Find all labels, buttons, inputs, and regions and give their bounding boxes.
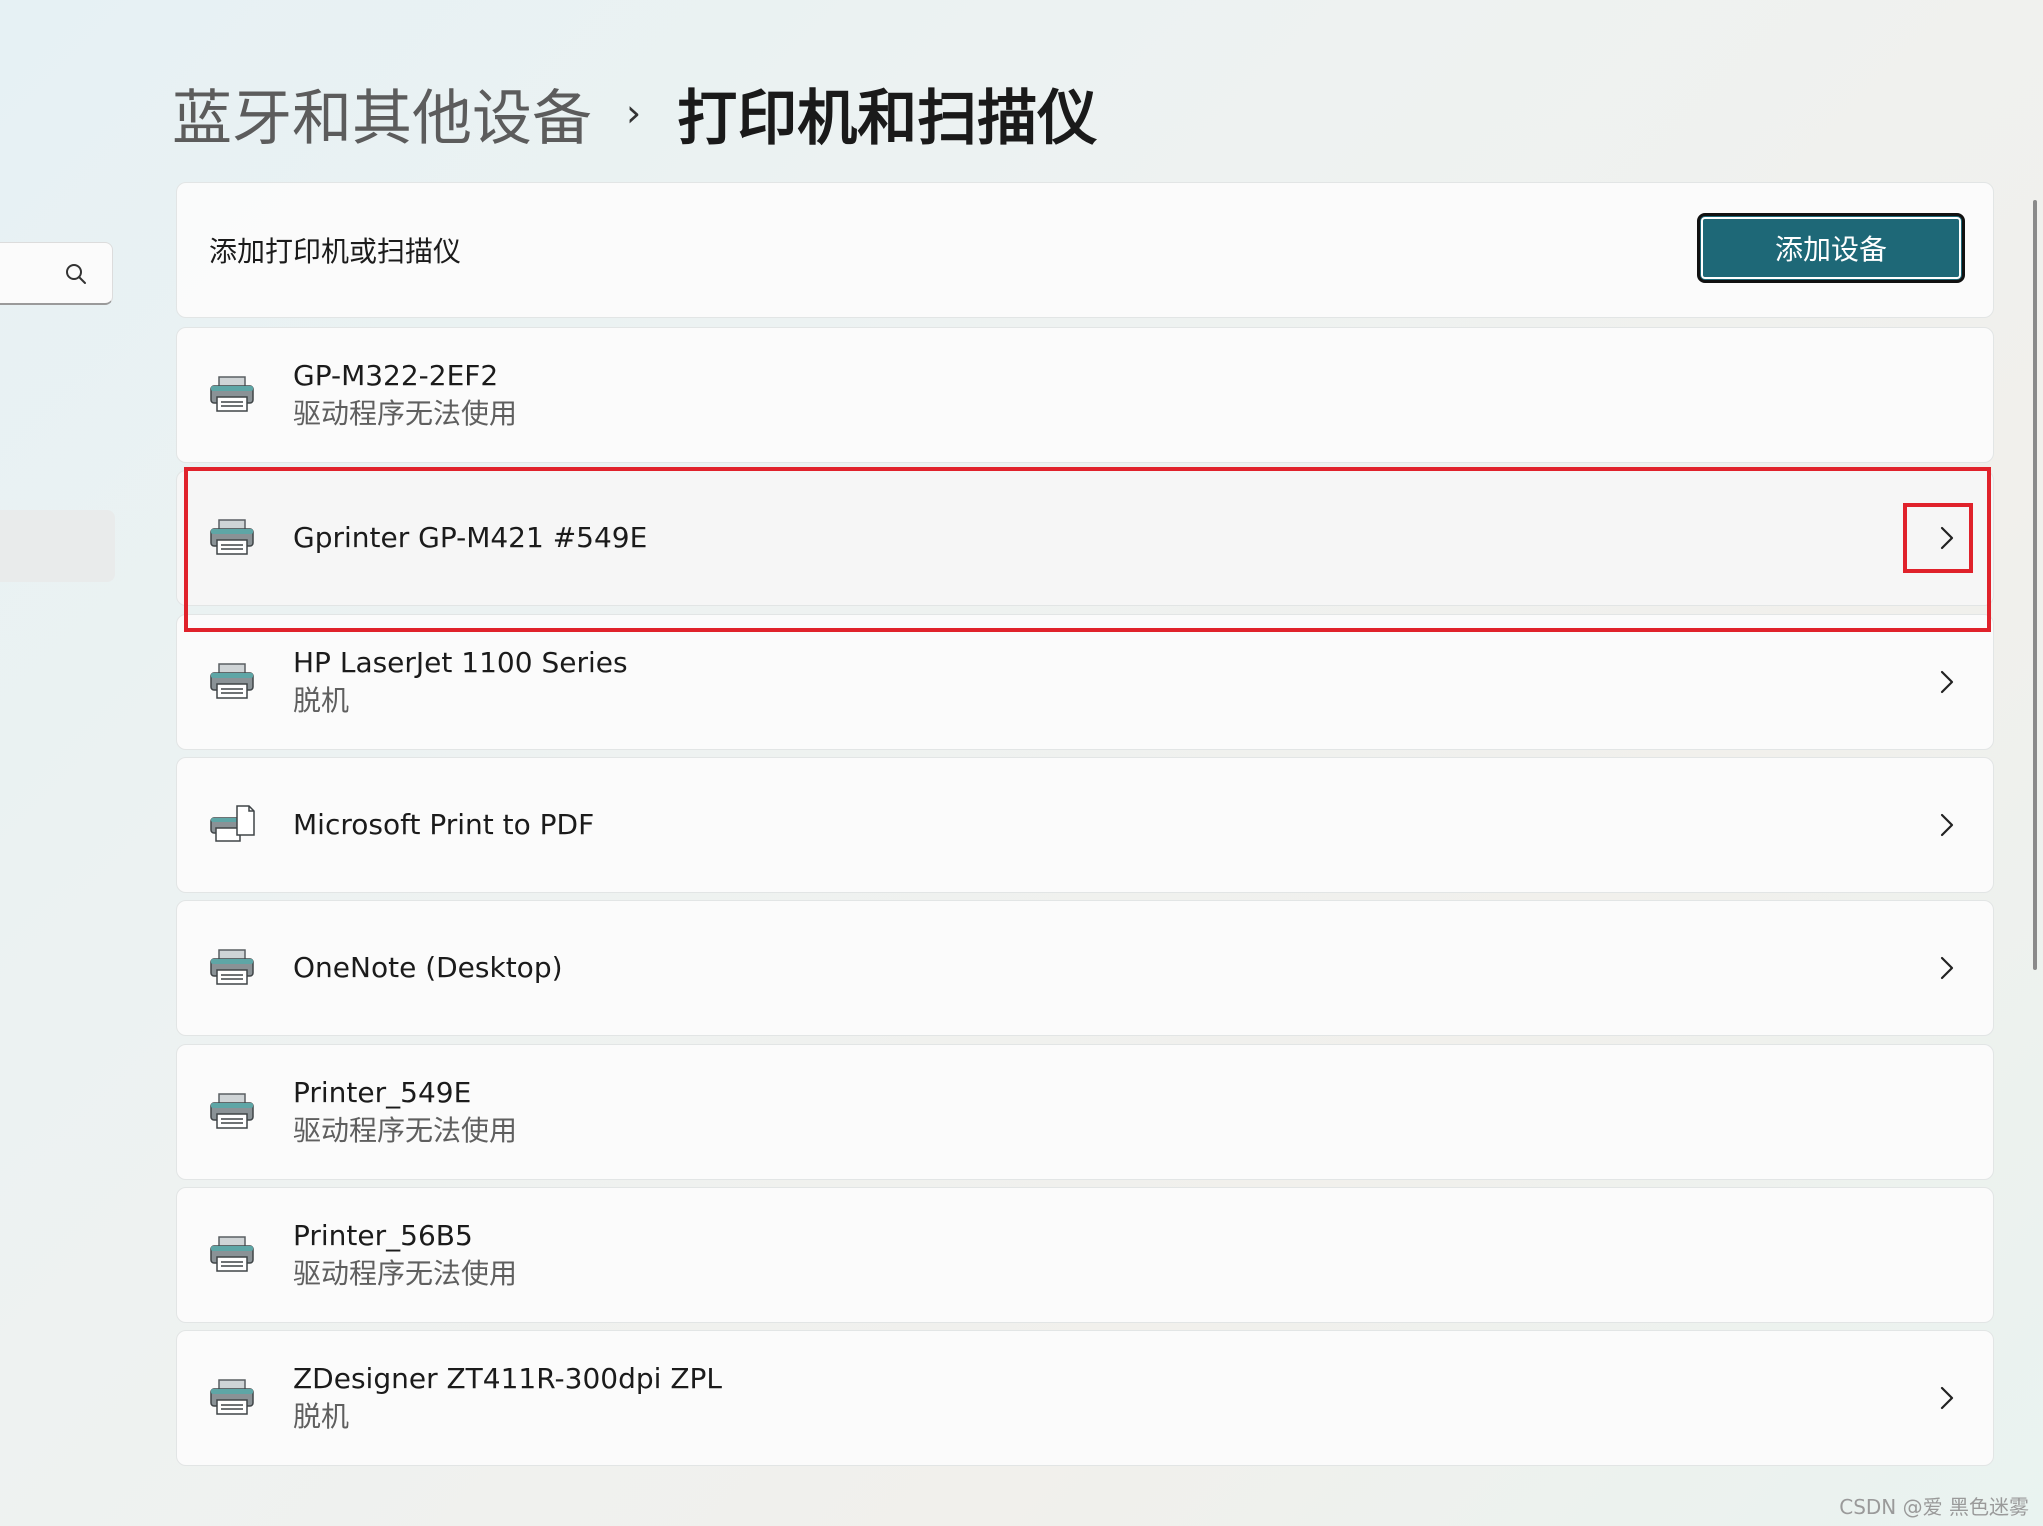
printer-icon (209, 518, 255, 558)
printer-icon (209, 662, 255, 702)
device-name: ZDesigner ZT411R-300dpi ZPL (293, 1362, 722, 1395)
add-printer-card: 添加打印机或扫描仪 添加设备 (176, 182, 1994, 318)
printer-icon (209, 1378, 255, 1418)
chevron-right-icon[interactable] (1939, 812, 1955, 838)
device-card[interactable]: GP-M322-2EF2 驱动程序无法使用 (176, 327, 1994, 463)
chevron-right-icon[interactable] (1939, 955, 1955, 981)
device-card[interactable]: OneNote (Desktop) (176, 900, 1994, 1036)
scrollbar[interactable] (2033, 200, 2037, 970)
device-text: OneNote (Desktop) (293, 949, 563, 987)
page-title: 打印机和扫描仪 (677, 83, 1098, 154)
device-text: GP-M322-2EF2 驱动程序无法使用 (293, 357, 517, 433)
device-card[interactable]: Microsoft Print to PDF (176, 757, 1994, 893)
device-name: Printer_549E (293, 1076, 472, 1109)
device-status: 驱动程序无法使用 (293, 1257, 518, 1290)
device-card[interactable]: Printer_56B5 驱动程序无法使用 (176, 1187, 1994, 1323)
printer-icon (209, 1092, 255, 1132)
device-name: Microsoft Print to PDF (293, 808, 595, 841)
chevron-right-icon[interactable] (1939, 1385, 1955, 1411)
breadcrumb-separator: › (626, 91, 642, 135)
device-card[interactable]: Printer_549E 驱动程序无法使用 (176, 1044, 1994, 1180)
device-card[interactable]: ZDesigner ZT411R-300dpi ZPL 脱机 (176, 1330, 1994, 1466)
device-text: HP LaserJet 1100 Series 脱机 (293, 644, 628, 720)
sidebar-selected-item[interactable] (0, 510, 115, 582)
device-name: HP LaserJet 1100 Series (293, 646, 628, 679)
device-name: Printer_56B5 (293, 1219, 473, 1252)
printer-icon (209, 1235, 255, 1275)
device-status: 脱机 (293, 1400, 350, 1433)
window-controls[interactable] (1893, 0, 2013, 8)
device-status: 驱动程序无法使用 (293, 397, 518, 430)
breadcrumb: 蓝牙和其他设备 › 打印机和扫描仪 (172, 68, 1097, 158)
device-text: Gprinter GP-M421 #549E (293, 519, 647, 557)
device-text: Printer_549E 驱动程序无法使用 (293, 1074, 517, 1150)
printer-icon (209, 948, 255, 988)
device-text: Microsoft Print to PDF (293, 806, 594, 844)
add-printer-label: 添加打印机或扫描仪 (209, 235, 462, 268)
printer-icon (209, 375, 255, 415)
device-status: 驱动程序无法使用 (293, 1114, 518, 1147)
breadcrumb-parent[interactable]: 蓝牙和其他设备 (172, 70, 592, 157)
pdf-printer-icon (209, 805, 255, 845)
device-name: GP-M322-2EF2 (293, 359, 499, 392)
device-card[interactable]: Gprinter GP-M421 #549E (176, 470, 1994, 606)
sidebar-search-box[interactable] (0, 242, 113, 305)
device-text: Printer_56B5 驱动程序无法使用 (293, 1217, 517, 1293)
chevron-right-icon[interactable] (1939, 525, 1955, 551)
watermark: CSDN @爱 黑色迷雾 (1839, 1495, 2029, 1519)
device-status: 脱机 (293, 684, 350, 717)
search-icon (66, 264, 86, 284)
device-card[interactable]: HP LaserJet 1100 Series 脱机 (176, 614, 1994, 750)
device-name: OneNote (Desktop) (293, 951, 563, 984)
add-device-button[interactable]: 添加设备 (1697, 213, 1965, 283)
device-text: ZDesigner ZT411R-300dpi ZPL 脱机 (293, 1360, 722, 1436)
chevron-right-icon[interactable] (1939, 669, 1955, 695)
device-name: Gprinter GP-M421 #549E (293, 521, 648, 554)
